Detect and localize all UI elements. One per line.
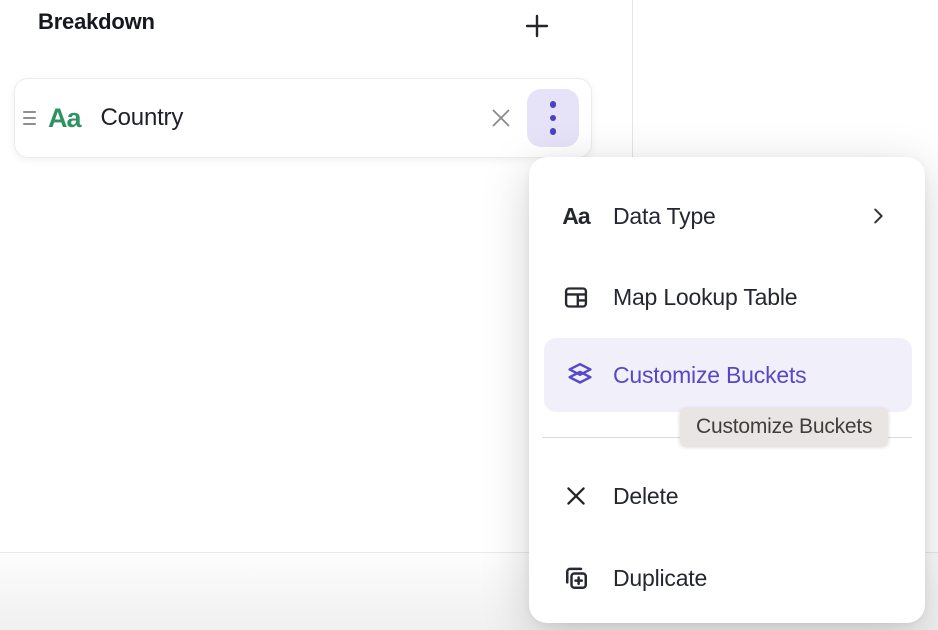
menu-item-label: Customize Buckets — [613, 362, 806, 389]
menu-item-label: Data Type — [613, 203, 716, 230]
customize-buckets-tooltip: Customize Buckets — [680, 408, 888, 446]
duplicate-icon — [559, 563, 593, 593]
chevron-right-icon — [867, 205, 889, 227]
field-label: Country — [101, 104, 184, 132]
x-icon — [489, 106, 513, 130]
drag-handle-icon[interactable] — [23, 111, 38, 125]
kebab-menu-icon — [550, 101, 557, 135]
menu-item-label: Delete — [613, 483, 678, 510]
menu-item-label: Map Lookup Table — [613, 284, 797, 311]
field-options-menu: Aa Data Type Map Lookup Table Customize … — [529, 157, 925, 623]
menu-item-duplicate[interactable]: Duplicate — [529, 549, 925, 607]
remove-field-button[interactable] — [481, 98, 521, 138]
breakdown-field-card[interactable]: Aa Country — [14, 78, 592, 158]
menu-item-customize-buckets[interactable]: Customize Buckets — [544, 338, 912, 412]
menu-item-data-type[interactable]: Aa Data Type — [529, 187, 925, 245]
x-icon — [559, 483, 593, 509]
page-title: Breakdown — [38, 9, 155, 35]
menu-item-label: Duplicate — [613, 565, 707, 592]
menu-item-delete[interactable]: Delete — [529, 467, 925, 525]
text-type-icon: Aa — [48, 103, 81, 134]
menu-item-map-lookup-table[interactable]: Map Lookup Table — [529, 268, 925, 326]
plus-icon — [523, 12, 551, 40]
text-type-icon: Aa — [559, 203, 593, 230]
field-options-button[interactable] — [527, 89, 579, 147]
buckets-stack-icon — [563, 361, 597, 390]
table-icon — [559, 284, 593, 311]
add-breakdown-button[interactable] — [514, 3, 560, 49]
